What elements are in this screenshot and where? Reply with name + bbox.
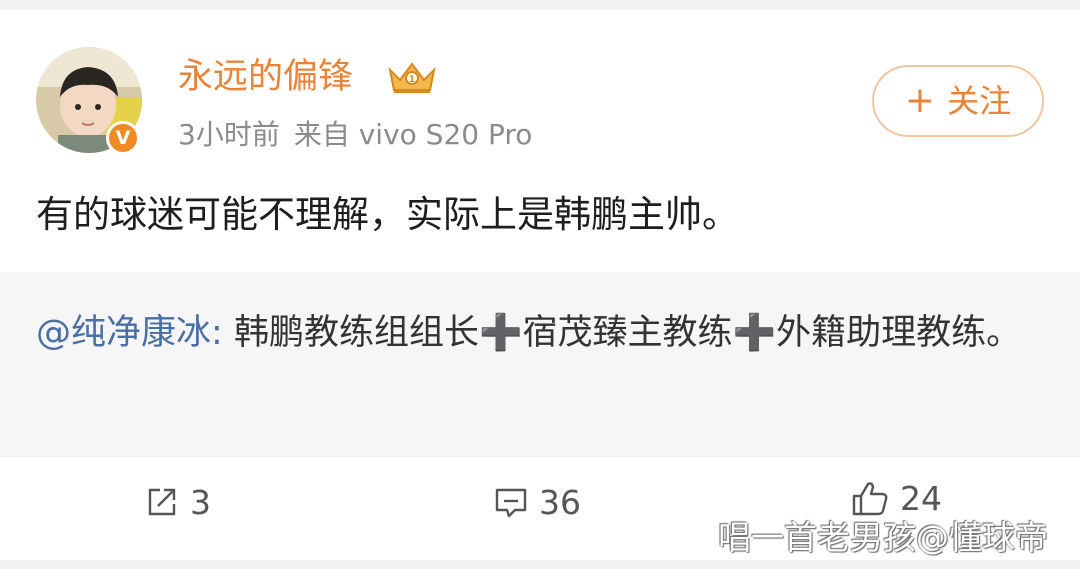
post-source: 来自 vivo S20 Pro: [293, 118, 533, 151]
repost-part-3: 外籍助理教练。: [776, 313, 1022, 353]
post-time: 3小时前: [178, 118, 280, 151]
watermark: 唱一首老男孩@懂球帝: [718, 518, 1048, 557]
follow-button[interactable]: + 关注: [872, 65, 1044, 137]
verified-badge: V: [106, 121, 140, 155]
author-name[interactable]: 永远的偏锋: [178, 54, 353, 100]
plus-icon-1: ➕: [478, 313, 523, 353]
comment-icon: [495, 488, 527, 518]
comment-button[interactable]: 36: [493, 478, 581, 526]
plus-icon-2: ➕: [732, 313, 777, 353]
repost-icon: [148, 488, 176, 516]
post-text: 有的球迷可能不理解，实际上是韩鹏主帅。: [36, 193, 739, 236]
like-button[interactable]: 24: [850, 474, 942, 522]
mention-link[interactable]: @纯净康冰: [36, 313, 211, 353]
repost-box[interactable]: [0, 272, 1080, 456]
repost-part-2: 宿茂臻主教练: [522, 313, 733, 353]
top-divider: [0, 0, 1080, 10]
repost-count: 3: [190, 482, 211, 522]
plus-icon: +: [904, 80, 936, 121]
repost-part-1: 韩鹏教练组组长: [233, 313, 479, 353]
svg-text:1: 1: [409, 75, 415, 85]
post-meta: 3小时前 来自 vivo S20 Pro: [178, 116, 532, 154]
mention-separator: :: [211, 313, 234, 353]
follow-label: 关注: [947, 82, 1012, 120]
crown-icon: 1: [388, 62, 436, 93]
like-count: 24: [900, 478, 942, 518]
comment-count: 36: [539, 482, 581, 522]
actions-divider: [0, 456, 1080, 457]
repost-text: @纯净康冰: 韩鹏教练组组长➕宿茂臻主教练➕外籍助理教练。: [36, 305, 1056, 361]
thumbs-up-icon: [852, 482, 888, 516]
bottom-divider: [0, 560, 1080, 569]
repost-button[interactable]: 3: [144, 478, 211, 526]
